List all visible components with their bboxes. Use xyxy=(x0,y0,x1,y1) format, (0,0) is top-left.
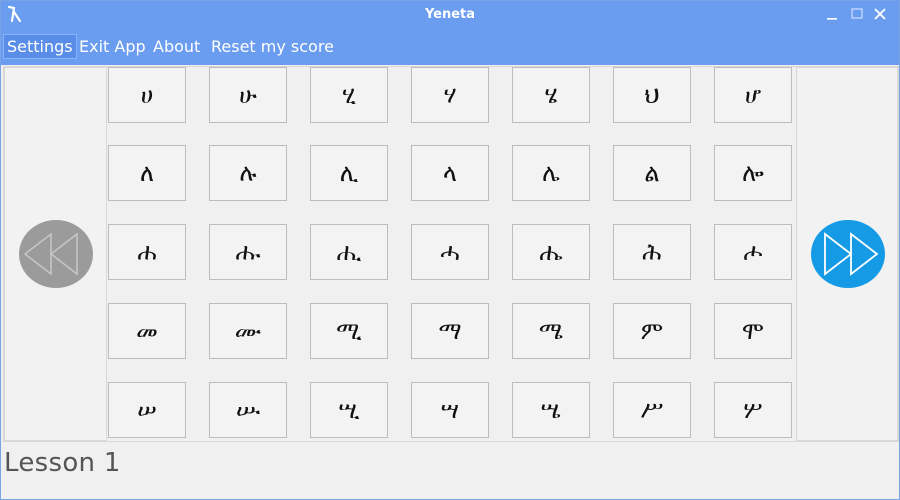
lesson-label: Lesson 1 xyxy=(4,448,121,478)
minimize-icon xyxy=(827,18,837,20)
letter-tile[interactable]: ል xyxy=(613,145,691,201)
letter-tile[interactable]: ሆ xyxy=(714,67,792,123)
letter-tile[interactable]: ሎ xyxy=(714,145,792,201)
close-icon xyxy=(874,8,886,20)
menu-settings[interactable]: Settings xyxy=(3,34,77,59)
maximize-icon xyxy=(851,8,863,19)
letter-tile[interactable]: ሥ xyxy=(613,382,691,438)
next-button[interactable] xyxy=(811,220,885,288)
letter-tile[interactable]: ሜ xyxy=(512,303,590,359)
letter-tile[interactable]: ሖ xyxy=(714,224,792,280)
app-window: Yeneta Settings Exit App About Reset my … xyxy=(0,0,900,500)
minimize-button[interactable] xyxy=(819,3,845,25)
menu-bar: Settings Exit App About Reset my score xyxy=(1,28,899,65)
letter-tile[interactable]: ም xyxy=(613,303,691,359)
letter-tile[interactable]: ሙ xyxy=(209,303,287,359)
letter-tile[interactable]: ማ xyxy=(411,303,489,359)
letter-tile[interactable]: ህ xyxy=(613,67,691,123)
letter-tile[interactable]: ሡ xyxy=(209,382,287,438)
previous-button[interactable] xyxy=(19,220,93,288)
letter-tile[interactable]: ሔ xyxy=(512,224,590,280)
menu-reset-score[interactable]: Reset my score xyxy=(208,35,337,58)
rewind-icon xyxy=(23,232,78,276)
menu-exit-app[interactable]: Exit App xyxy=(76,35,149,58)
letter-tile[interactable]: ሚ xyxy=(310,303,388,359)
letter-tile[interactable]: ሁ xyxy=(209,67,287,123)
letter-tile[interactable]: ሢ xyxy=(310,382,388,438)
letter-tile[interactable]: ሤ xyxy=(512,382,590,438)
letter-tile[interactable]: ሞ xyxy=(714,303,792,359)
letter-grid: ሀሁሂሃሄህሆ ለሉሊላሌልሎ ሐሑሒሓሔሕሖ መሙሚማሜምሞ ሠሡሢሣሤሥሦ xyxy=(108,67,796,441)
letter-tile[interactable]: ሐ xyxy=(108,224,186,280)
letter-tile[interactable]: ሉ xyxy=(209,145,287,201)
letter-tile[interactable]: ሠ xyxy=(108,382,186,438)
letter-tile[interactable]: ላ xyxy=(411,145,489,201)
title-bar[interactable]: Yeneta xyxy=(1,1,899,28)
letter-tile[interactable]: ለ xyxy=(108,145,186,201)
fast-forward-icon xyxy=(824,232,879,276)
letter-tile[interactable]: ሊ xyxy=(310,145,388,201)
letter-tile[interactable]: መ xyxy=(108,303,186,359)
letter-tile[interactable]: ሂ xyxy=(310,67,388,123)
letter-tile[interactable]: ሓ xyxy=(411,224,489,280)
previous-panel xyxy=(4,67,107,441)
letter-tile[interactable]: ሦ xyxy=(714,382,792,438)
letter-tile[interactable]: ሄ xyxy=(512,67,590,123)
lesson-content: ሀሁሂሃሄህሆ ለሉሊላሌልሎ ሐሑሒሓሔሕሖ መሙሚማሜምሞ ሠሡሢሣሤሥሦ xyxy=(3,66,899,442)
letter-tile[interactable]: ሕ xyxy=(613,224,691,280)
next-panel xyxy=(796,67,898,441)
letter-tile[interactable]: ሌ xyxy=(512,145,590,201)
letter-tile[interactable]: ሣ xyxy=(411,382,489,438)
letter-tile[interactable]: ሃ xyxy=(411,67,489,123)
letter-tile[interactable]: ሀ xyxy=(108,67,186,123)
letter-tile[interactable]: ሑ xyxy=(209,224,287,280)
close-button[interactable] xyxy=(867,3,893,25)
window-title: Yeneta xyxy=(424,7,476,22)
menu-about[interactable]: About xyxy=(150,35,203,58)
letter-tile[interactable]: ሒ xyxy=(310,224,388,280)
